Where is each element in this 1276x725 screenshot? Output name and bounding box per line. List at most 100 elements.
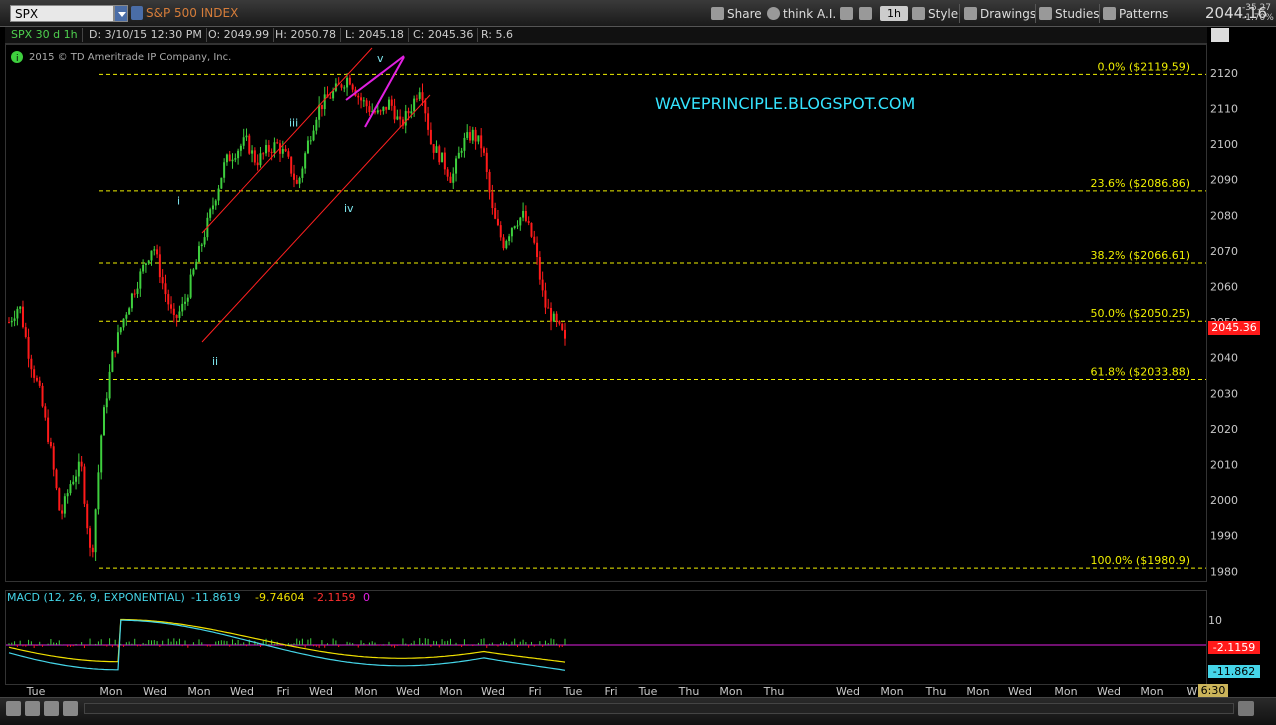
candle-body	[270, 151, 273, 153]
candle-body	[197, 246, 200, 262]
candle-body	[281, 148, 284, 154]
candle-body	[24, 327, 27, 338]
candle-body	[186, 297, 189, 302]
candle-body	[298, 177, 301, 184]
candle-body	[390, 99, 393, 106]
candle-body	[144, 263, 147, 266]
candle-body	[119, 327, 122, 333]
candle-body	[259, 153, 262, 166]
candle-body	[312, 130, 315, 141]
candle-body	[393, 105, 396, 120]
candle-body	[211, 205, 214, 210]
candle-body	[13, 318, 16, 321]
candle-body	[242, 137, 245, 146]
candle-body	[61, 510, 64, 514]
candle-body	[558, 321, 561, 324]
candle-body	[49, 441, 52, 447]
fib-level-label: 38.2% ($2066.61)	[1090, 249, 1190, 262]
macd-title: MACD (12, 26, 9, EXPONENTIAL)	[7, 591, 185, 604]
candle-body	[385, 106, 388, 110]
candle-body	[455, 158, 458, 174]
candle-body	[251, 150, 254, 154]
candle-body	[538, 257, 541, 280]
wave-label: iii	[289, 116, 298, 129]
candle-body	[220, 177, 223, 189]
candle-body	[217, 188, 220, 201]
candle-body	[100, 435, 103, 473]
current-price-label: 2045.36	[1208, 321, 1260, 335]
candle-body	[203, 237, 206, 245]
candle-body	[178, 311, 181, 318]
candle-body	[508, 236, 511, 242]
candle-body	[189, 274, 192, 298]
wedge-upper-line[interactable]	[345, 55, 405, 101]
candle-body	[463, 137, 466, 151]
candle-body	[530, 222, 533, 237]
candle-body	[488, 171, 491, 193]
y-tick-label: 1990	[1210, 530, 1238, 543]
settings-icon[interactable]	[25, 701, 40, 716]
candle-body	[192, 269, 195, 275]
macd-value: -11.8619	[191, 591, 241, 604]
candle-body	[547, 307, 550, 309]
candle-body	[323, 94, 326, 110]
candle-body	[72, 481, 75, 485]
zoom-icon[interactable]	[6, 701, 21, 716]
candle-body	[376, 110, 379, 113]
candle-body	[496, 218, 499, 226]
candle-body	[156, 249, 159, 255]
pointer-icon[interactable]	[63, 701, 78, 716]
candle-body	[404, 111, 407, 126]
candle-body	[142, 265, 145, 272]
candle-body	[290, 156, 293, 174]
reset-icon[interactable]	[44, 701, 59, 716]
candle-body	[365, 100, 368, 107]
y-tick-label: 2110	[1210, 103, 1238, 116]
candle-body	[47, 417, 50, 442]
candle-body	[234, 158, 237, 160]
candle-body	[75, 476, 78, 482]
candle-body	[265, 145, 268, 154]
candle-body	[133, 293, 136, 295]
candle-body	[480, 135, 483, 149]
macd-axis-label: 10	[1208, 614, 1222, 627]
candle-body	[460, 150, 463, 153]
candle-body	[387, 99, 390, 110]
candle-body	[122, 318, 125, 328]
candle-body	[415, 98, 418, 100]
candle-body	[33, 369, 36, 378]
candle-body	[83, 466, 86, 504]
candle-body	[209, 209, 212, 218]
candle-body	[510, 228, 513, 237]
candle-body	[429, 129, 432, 145]
scroll-track[interactable]	[84, 703, 1234, 714]
candle-body	[396, 116, 399, 120]
candle-body	[410, 111, 413, 114]
candle-body	[153, 249, 156, 251]
candle-body	[267, 145, 270, 152]
candle-body	[561, 323, 564, 330]
candle-body	[443, 152, 446, 170]
candle-body	[19, 306, 22, 309]
wave-label: iv	[344, 202, 354, 215]
candle-body	[55, 469, 58, 489]
candle-body	[471, 129, 474, 141]
wave-label: i	[177, 195, 180, 208]
candle-body	[513, 226, 516, 229]
y-tick-label: 2030	[1210, 387, 1238, 400]
macd-avg-value: -9.74604	[255, 591, 305, 604]
candle-body	[413, 98, 416, 112]
candle-body	[284, 148, 287, 152]
fib-level-label: 23.6% ($2086.86)	[1090, 177, 1190, 190]
candle-body	[438, 146, 441, 163]
candle-body	[63, 496, 66, 514]
candle-body	[533, 236, 536, 243]
scroll-right-button[interactable]	[1238, 701, 1254, 716]
candle-body	[91, 547, 94, 553]
candle-body	[346, 77, 349, 88]
candle-body	[357, 95, 360, 98]
candle-body	[10, 320, 13, 323]
y-tick-label: 2120	[1210, 67, 1238, 80]
candle-body	[273, 142, 276, 153]
candle-body	[77, 461, 80, 477]
